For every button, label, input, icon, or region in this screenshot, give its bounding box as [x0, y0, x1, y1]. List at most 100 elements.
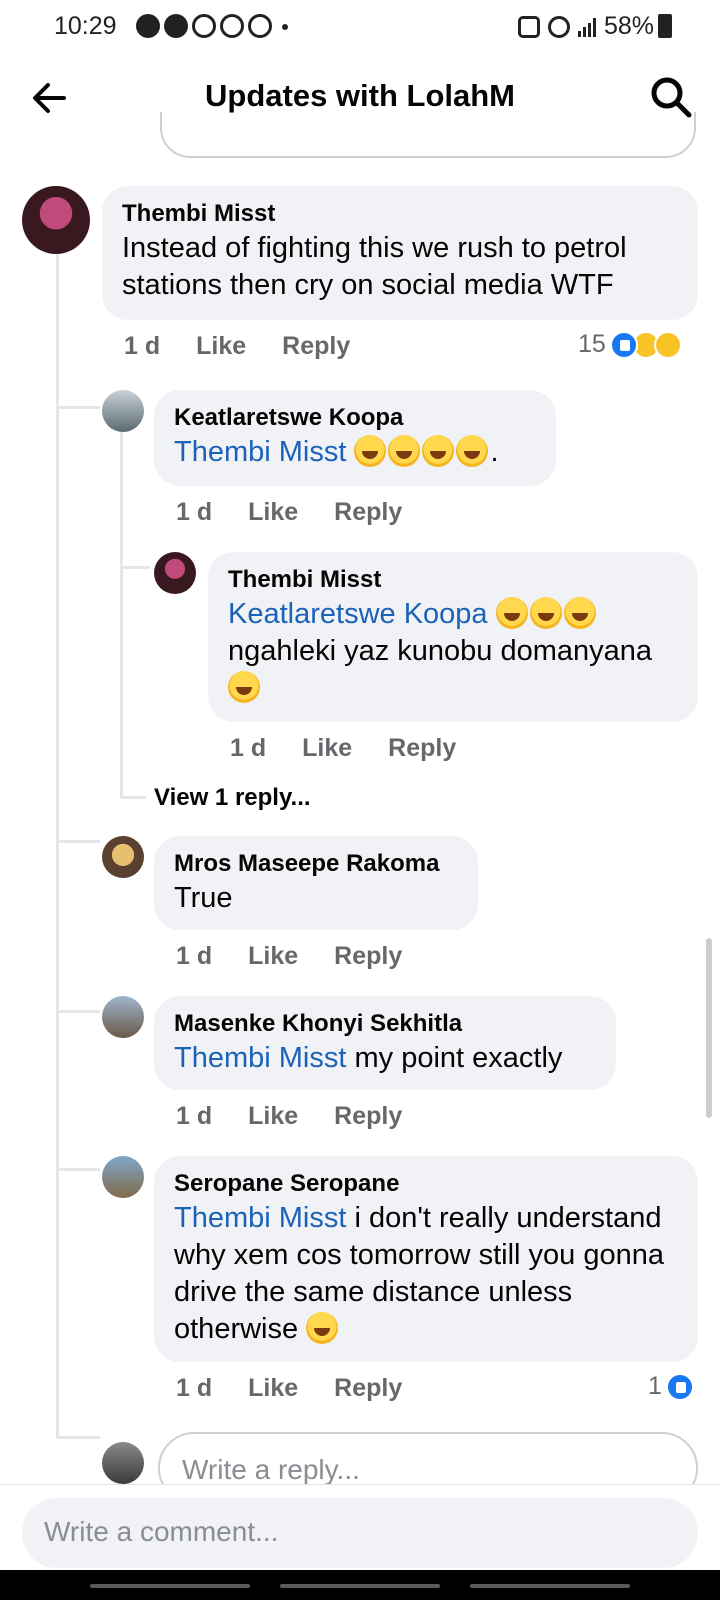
alarm-icon [547, 15, 570, 38]
like-button[interactable]: Like [248, 942, 298, 971]
comment-time: 1 d [124, 332, 161, 360]
battery-percent: 58% [603, 12, 654, 40]
previous-reply-box [160, 112, 696, 158]
rofl-emoji-icon [228, 671, 260, 703]
comment-text: Keatlaretswe Koopa ngahleki yaz kunobu d… [228, 596, 678, 707]
nav-back-button[interactable] [470, 1584, 630, 1588]
comment-author[interactable]: Seropane Seropane [174, 1168, 678, 1200]
lock-icon [517, 15, 540, 38]
comment-time: 1 d [176, 942, 213, 970]
comment-author[interactable]: Masenke Khonyi Sekhitla [174, 1008, 596, 1040]
thread-connector [120, 796, 146, 799]
reply-button[interactable]: Reply [334, 942, 402, 971]
view-replies-link[interactable]: View 1 reply... [154, 784, 311, 812]
like-button[interactable]: Like [248, 1102, 298, 1131]
mention-link[interactable]: Thembi Misst [174, 1202, 346, 1234]
like-button[interactable]: Like [196, 332, 246, 361]
avatar[interactable] [22, 186, 90, 254]
reply-button[interactable]: Reply [282, 332, 350, 361]
rofl-emoji-icon [388, 435, 421, 467]
page-title: Updates with LolahM [205, 78, 515, 113]
comment-author[interactable]: Thembi Misst [122, 198, 678, 230]
nav-recent-button[interactable] [90, 1584, 250, 1588]
comment-input[interactable]: Write a comment... [22, 1498, 698, 1568]
comment-bubble: Thembi Misst Keatlaretswe Koopa ngahleki… [208, 552, 698, 722]
like-reaction-icon [609, 330, 638, 359]
rofl-emoji-icon [456, 435, 489, 467]
notification-icon [248, 14, 272, 38]
thread-connector [120, 566, 150, 569]
comment-actions: 1 d Like Reply [124, 332, 350, 361]
status-bar: 10:29 58% [0, 0, 720, 56]
comment-actions: 1 d Like Reply [176, 942, 402, 971]
thread-connector [56, 406, 100, 409]
avatar[interactable] [154, 552, 196, 594]
rofl-emoji-icon [422, 435, 455, 467]
comment-actions: 1 d Like Reply [176, 1102, 402, 1131]
reaction-summary[interactable]: 1 [648, 1372, 694, 1401]
battery-icon [658, 14, 672, 38]
thread-connector [56, 840, 100, 843]
avatar[interactable] [102, 1156, 144, 1198]
system-nav-bar [0, 1570, 720, 1600]
thread-line [120, 430, 123, 796]
like-button[interactable]: Like [302, 734, 352, 763]
comment-author[interactable]: Mros Maseepe Rakoma [174, 848, 458, 880]
comment-text: Thembi Misst my point exactly [174, 1042, 563, 1074]
comment-actions: 1 d Like Reply [176, 1374, 402, 1403]
status-right: 58% [517, 12, 654, 41]
mention-link[interactable]: Keatlaretswe Koopa [228, 598, 488, 630]
like-button[interactable]: Like [248, 1374, 298, 1403]
emoji-row [354, 435, 490, 468]
comment-text: Instead of fighting this we rush to petr… [122, 232, 627, 301]
reaction-count: 1 [648, 1372, 662, 1400]
notification-icons [136, 14, 288, 38]
comment-author[interactable]: Thembi Misst [228, 564, 678, 596]
notification-icon [192, 14, 216, 38]
comment-bubble: Keatlaretswe Koopa Thembi Misst . [154, 390, 556, 486]
comment-text: Thembi Misst i don't really understand w… [174, 1202, 664, 1345]
notification-icon [220, 14, 244, 38]
more-notifications-icon [282, 24, 288, 30]
like-button[interactable]: Like [248, 498, 298, 527]
comment-text: Thembi Misst . [174, 435, 499, 468]
comment-time: 1 d [176, 1102, 213, 1130]
reply-button[interactable]: Reply [334, 498, 402, 527]
rofl-emoji-icon [529, 597, 562, 629]
comment-actions: 1 d Like Reply [230, 734, 456, 763]
current-user-avatar [102, 1442, 144, 1484]
comment-time: 1 d [176, 1374, 213, 1402]
comment-author[interactable]: Keatlaretswe Koopa [174, 402, 536, 434]
thread-connector [56, 1010, 100, 1013]
avatar[interactable] [102, 996, 144, 1038]
status-time: 10:29 [54, 12, 117, 40]
reply-button[interactable]: Reply [388, 734, 456, 763]
rofl-emoji-icon [563, 597, 596, 629]
reply-button[interactable]: Reply [334, 1374, 402, 1403]
comment-bubble: Mros Maseepe Rakoma True [154, 836, 478, 930]
thread-connector [56, 1436, 100, 1439]
like-reaction-icon [665, 1372, 694, 1401]
avatar[interactable] [102, 836, 144, 878]
thread-line [56, 254, 59, 1438]
sad-reaction-icon [653, 330, 682, 359]
notification-icon [136, 14, 160, 38]
mention-link[interactable]: Thembi Misst [174, 1042, 346, 1074]
scrollbar[interactable] [706, 938, 712, 1118]
comment-bubble: Thembi Misst Instead of fighting this we… [102, 186, 698, 320]
reply-button[interactable]: Reply [334, 1102, 402, 1131]
reaction-summary[interactable]: 15 [578, 330, 682, 359]
comment-bubble: Seropane Seropane Thembi Misst i don't r… [154, 1156, 698, 1362]
signal-icon [577, 17, 596, 37]
avatar[interactable] [102, 390, 144, 432]
thinking-emoji-icon [306, 1312, 339, 1344]
nav-home-button[interactable] [280, 1584, 440, 1588]
reaction-count: 15 [578, 330, 606, 358]
comment-time: 1 d [230, 734, 267, 762]
mention-link[interactable]: Thembi Misst [174, 436, 346, 468]
comment-time: 1 d [176, 498, 213, 526]
notification-icon [164, 14, 188, 38]
rofl-emoji-icon [495, 597, 528, 629]
comment-bubble: Masenke Khonyi Sekhitla Thembi Misst my … [154, 996, 616, 1090]
rofl-emoji-icon [354, 435, 387, 467]
